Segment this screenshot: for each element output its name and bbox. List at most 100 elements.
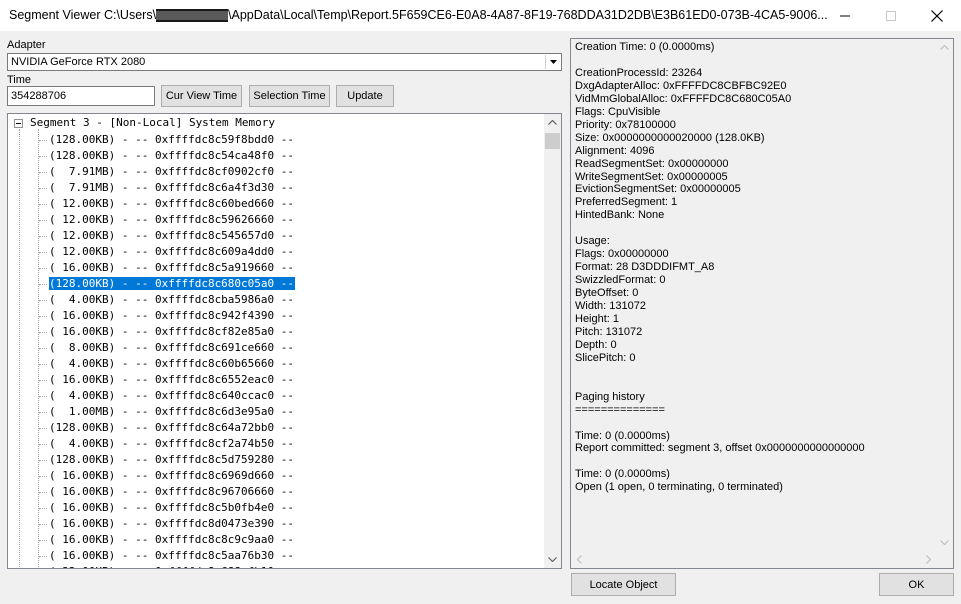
tree-branch-line	[39, 188, 47, 189]
chevron-down-icon[interactable]	[545, 55, 560, 69]
tree-item-label: ( 16.00KB) - -- 0xffffdc8c942f4390 --	[49, 309, 295, 322]
tree-item-label: ( 16.00KB) - -- 0xffffdc8cf82e85a0 --	[49, 325, 295, 338]
tree-item-label: ( 4.00KB) - -- 0xffffdc8cf2a74b50 --	[49, 437, 295, 450]
redacted-username	[156, 9, 229, 23]
segment-tree[interactable]: Segment 3 - [Non-Local] System Memory (1…	[7, 113, 562, 569]
tree-item-label: ( 12.00KB) - -- 0xffffdc8c59626660 --	[49, 213, 295, 226]
tree-branch-line	[39, 204, 47, 205]
details-horizontal-scrollbar[interactable]	[571, 551, 937, 568]
detail-line: Creation Time: 0 (0.0000ms)	[575, 41, 715, 53]
adapter-label: Adapter	[7, 39, 46, 51]
detail-line: Alignment: 4096	[575, 144, 655, 157]
detail-line: DxgAdapterAlloc: 0xFFFFDC8CBFBC92E0	[575, 79, 787, 92]
tree-branch-line	[39, 380, 47, 381]
time-input-value: 354288706	[11, 90, 67, 102]
adapter-dropdown[interactable]: NVIDIA GeForce RTX 2080	[7, 53, 562, 71]
tree-item-label: ( 32.00KB) - -- 0xffffdc8c688cfb10 --	[49, 565, 294, 568]
detail-line: WriteSegmentSet: 0x00000005	[575, 170, 728, 183]
allocation-details-panel[interactable]: Creation Time: 0 (0.0000ms) CreationProce…	[570, 38, 954, 569]
detail-line: ByteOffset: 0	[575, 287, 639, 300]
tree-branch-line	[39, 396, 47, 397]
tree-branch-line	[39, 540, 47, 541]
tree-item-label: ( 4.00KB) - -- 0xffffdc8cba5986a0 --	[49, 293, 295, 306]
detail-line: Time: 0 (0.0000ms)	[575, 429, 670, 442]
tree-branch-line	[39, 444, 47, 445]
update-button[interactable]: Update	[336, 85, 394, 107]
detail-line: SwizzledFormat: 0	[575, 274, 666, 287]
adapter-selected-value: NVIDIA GeForce RTX 2080	[11, 56, 146, 68]
tree-branch-line	[39, 364, 47, 365]
scroll-down-arrow-icon[interactable]	[544, 551, 561, 568]
tree-item-label: ( 8.00KB) - -- 0xffffdc8c691ce660 --	[49, 341, 295, 354]
maximize-icon	[886, 10, 896, 21]
tree-branch-line	[39, 348, 47, 349]
tree-branch-line	[39, 156, 47, 157]
time-input[interactable]: 354288706	[7, 86, 155, 106]
tree-branch-line	[39, 476, 47, 477]
detail-line: Flags: CpuVisible	[575, 105, 661, 118]
tree-item-label: ( 16.00KB) - -- 0xffffdc8c6969d660 --	[49, 469, 295, 482]
tree-branch-line	[39, 524, 47, 525]
ok-button[interactable]: OK	[879, 573, 954, 596]
tree-item-label: ( 12.00KB) - -- 0xffffdc8c60bed660 --	[49, 197, 295, 210]
cur-view-time-button[interactable]: Cur View Time	[161, 85, 242, 107]
tree-branch-line	[39, 492, 47, 493]
tree-item-label: ( 12.00KB) - -- 0xffffdc8c609a4dd0 --	[49, 245, 295, 258]
details-vertical-scrollbar[interactable]	[936, 39, 953, 551]
tree-branch-line	[39, 428, 47, 429]
tree-branch-line	[39, 236, 47, 237]
tree-item-label: ( 16.00KB) - -- 0xffffdc8c5a919660 --	[49, 261, 295, 274]
selection-time-button[interactable]: Selection Time	[249, 85, 330, 107]
scrollbar-thumb[interactable]	[545, 133, 560, 149]
tree-item-label: ( 7.91MB) - -- 0xffffdc8c6a4f3d30 --	[49, 181, 295, 194]
minimize-icon	[840, 15, 850, 16]
detail-line: Flags: 0x00000000	[575, 248, 669, 261]
detail-line: Report committed: segment 3, offset 0x00…	[575, 442, 865, 455]
detail-line: Usage:	[575, 235, 610, 248]
detail-line: Width: 131072	[575, 300, 646, 312]
tree-branch-line	[39, 220, 47, 221]
tree-root-segment[interactable]: Segment 3 - [Non-Local] System Memory	[30, 116, 275, 129]
scroll-up-arrow-icon[interactable]	[544, 114, 561, 131]
locate-object-button[interactable]: Locate Object	[571, 573, 676, 596]
detail-line: Open (1 open, 0 terminating, 0 terminate…	[575, 481, 783, 494]
minimize-button[interactable]	[822, 0, 868, 31]
tree-guide-line	[38, 129, 39, 568]
detail-line: Height: 1	[575, 312, 620, 325]
tree-collapse-icon[interactable]	[14, 119, 23, 128]
detail-line: VidMmGlobalAlloc: 0xFFFFDC8C680C05A0	[575, 92, 792, 105]
tree-branch-line	[39, 460, 47, 461]
tree-item-label: ( 16.00KB) - -- 0xffffdc8c5b0fb4e0 --	[49, 501, 295, 514]
title-bar: Segment Viewer C:\Users\ \AppData\Local\T…	[0, 0, 961, 31]
detail-line: ReadSegmentSet: 0x00000000	[575, 157, 729, 170]
tree-branch-line	[39, 412, 47, 413]
scroll-left-arrow-icon[interactable]	[571, 551, 588, 568]
scroll-up-arrow-icon[interactable]	[936, 39, 953, 56]
tree-item-label: (128.00KB) - -- 0xffffdc8c59f8bdd0 --	[49, 133, 295, 146]
maximize-button[interactable]	[868, 0, 914, 31]
tree-branch-line	[39, 556, 47, 557]
tree-branch-line	[39, 300, 47, 301]
close-button[interactable]	[914, 0, 960, 31]
detail-line: EvictionSegmentSet: 0x00000005	[575, 183, 741, 196]
scroll-right-arrow-icon[interactable]	[920, 551, 937, 568]
tree-branch-line	[39, 332, 47, 333]
tree-branch-line	[39, 268, 47, 269]
time-label: Time	[7, 74, 32, 86]
tree-branch-line	[39, 252, 47, 253]
tree-branch-line	[39, 284, 47, 285]
tree-item-label: ( 16.00KB) - -- 0xffffdc8c96706660 --	[49, 485, 295, 498]
tree-vertical-scrollbar[interactable]	[544, 114, 561, 568]
tree-branch-line	[39, 172, 47, 173]
tree-item-label: ( 7.91MB) - -- 0xffffdc8cf0902cf0 --	[49, 165, 295, 178]
tree-branch-line	[39, 316, 47, 317]
close-icon	[931, 9, 943, 22]
tree-guide-line	[19, 129, 20, 568]
scroll-down-arrow-icon[interactable]	[936, 534, 953, 551]
detail-line: SlicePitch: 0	[575, 351, 636, 364]
detail-line: Size: 0x0000000000020000 (128.0KB)	[575, 131, 765, 144]
window-title: Segment Viewer C:\Users\ \AppData\Local\T…	[9, 8, 828, 23]
tree-item-label: ( 16.00KB) - -- 0xffffdc8d0473e390 --	[49, 517, 295, 530]
tree-item-label: ( 1.00MB) - -- 0xffffdc8c6d3e95a0 --	[49, 405, 295, 418]
detail-line: Pitch: 131072	[575, 325, 643, 338]
